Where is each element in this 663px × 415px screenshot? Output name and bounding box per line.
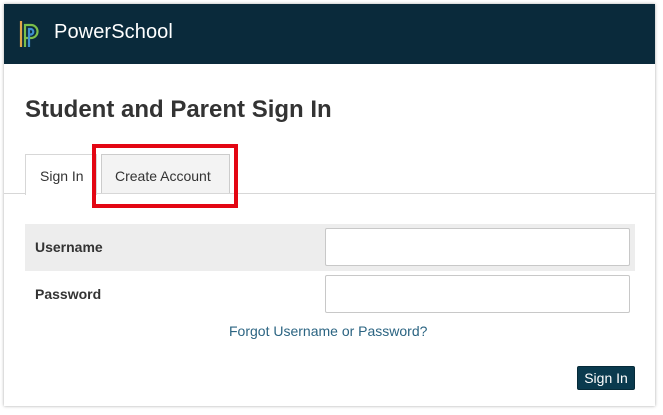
powerschool-logo-icon: [19, 21, 39, 47]
password-label: Password: [35, 286, 102, 302]
username-input[interactable]: [325, 228, 630, 266]
create-account-highlight: [92, 144, 238, 208]
page-title: Student and Parent Sign In: [25, 96, 332, 123]
username-label: Username: [35, 239, 103, 255]
tab-sign-in[interactable]: Sign In: [25, 154, 97, 195]
password-row: Password: [25, 271, 635, 318]
login-window: PowerSchool Student and Parent Sign In S…: [4, 4, 655, 406]
password-input[interactable]: [325, 275, 630, 313]
sign-in-button[interactable]: Sign In: [577, 366, 635, 390]
app-header: PowerSchool: [4, 4, 655, 64]
forgot-credentials-link[interactable]: Forgot Username or Password?: [229, 323, 427, 339]
username-row: Username: [25, 224, 635, 271]
brand-name: PowerSchool: [54, 21, 173, 43]
